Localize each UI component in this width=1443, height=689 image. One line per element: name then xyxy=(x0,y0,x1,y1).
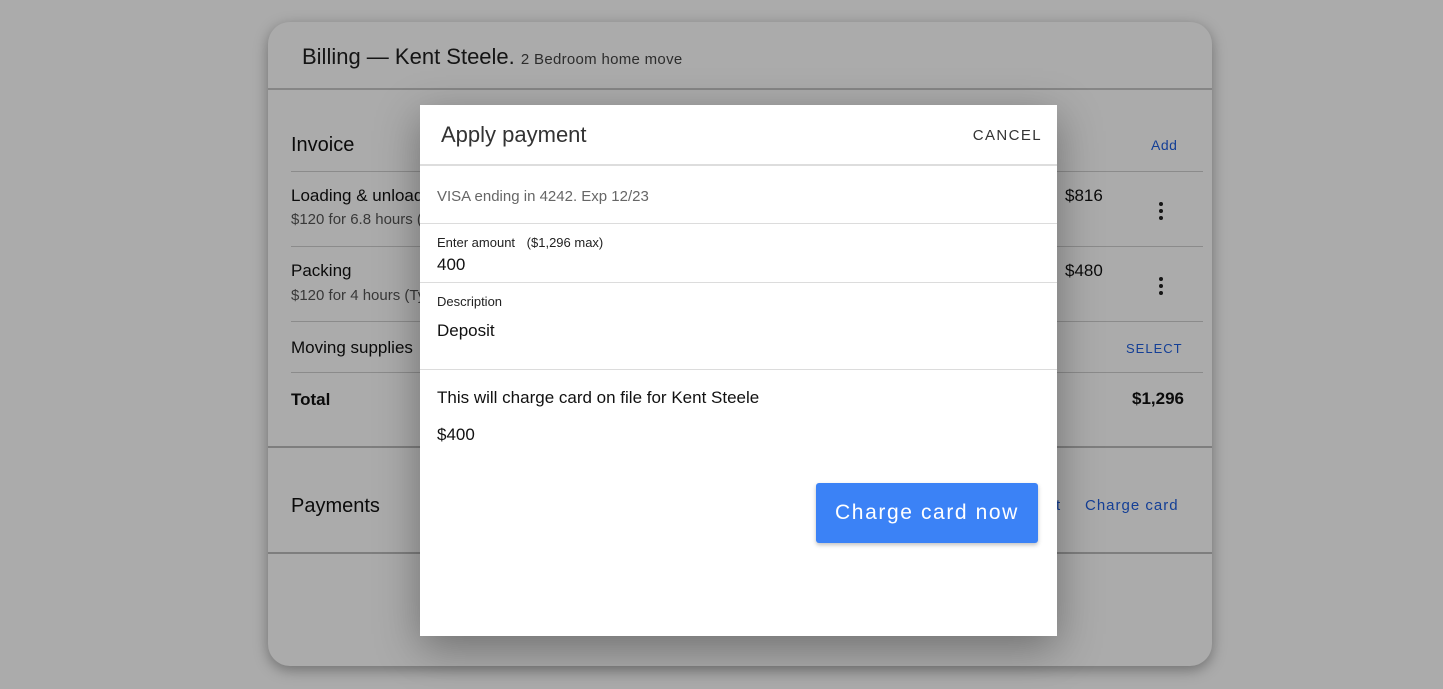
charge-card-now-button[interactable]: Charge card now xyxy=(816,483,1038,543)
card-info: VISA ending in 4242. Exp 12/23 xyxy=(437,188,649,205)
field-divider xyxy=(420,369,1057,370)
apply-payment-dialog: Apply payment CANCEL VISA ending in 4242… xyxy=(420,105,1057,636)
charge-amount: $400 xyxy=(437,425,475,444)
dialog-header: Apply payment CANCEL xyxy=(420,105,1057,166)
amount-label-text: Enter amount xyxy=(437,235,516,250)
amount-label: Enter amount ($1,296 max) xyxy=(437,235,603,250)
description-label: Description xyxy=(437,294,503,309)
field-divider xyxy=(420,223,1057,224)
field-divider xyxy=(420,282,1057,283)
cancel-button[interactable]: CANCEL xyxy=(973,127,1042,144)
amount-max: ($1,296 max) xyxy=(526,235,604,250)
dialog-title: Apply payment xyxy=(441,122,587,147)
charge-notice: This will charge card on file for Kent S… xyxy=(437,388,760,407)
amount-input[interactable]: 400 xyxy=(437,255,465,275)
description-input[interactable]: Deposit xyxy=(437,321,495,341)
